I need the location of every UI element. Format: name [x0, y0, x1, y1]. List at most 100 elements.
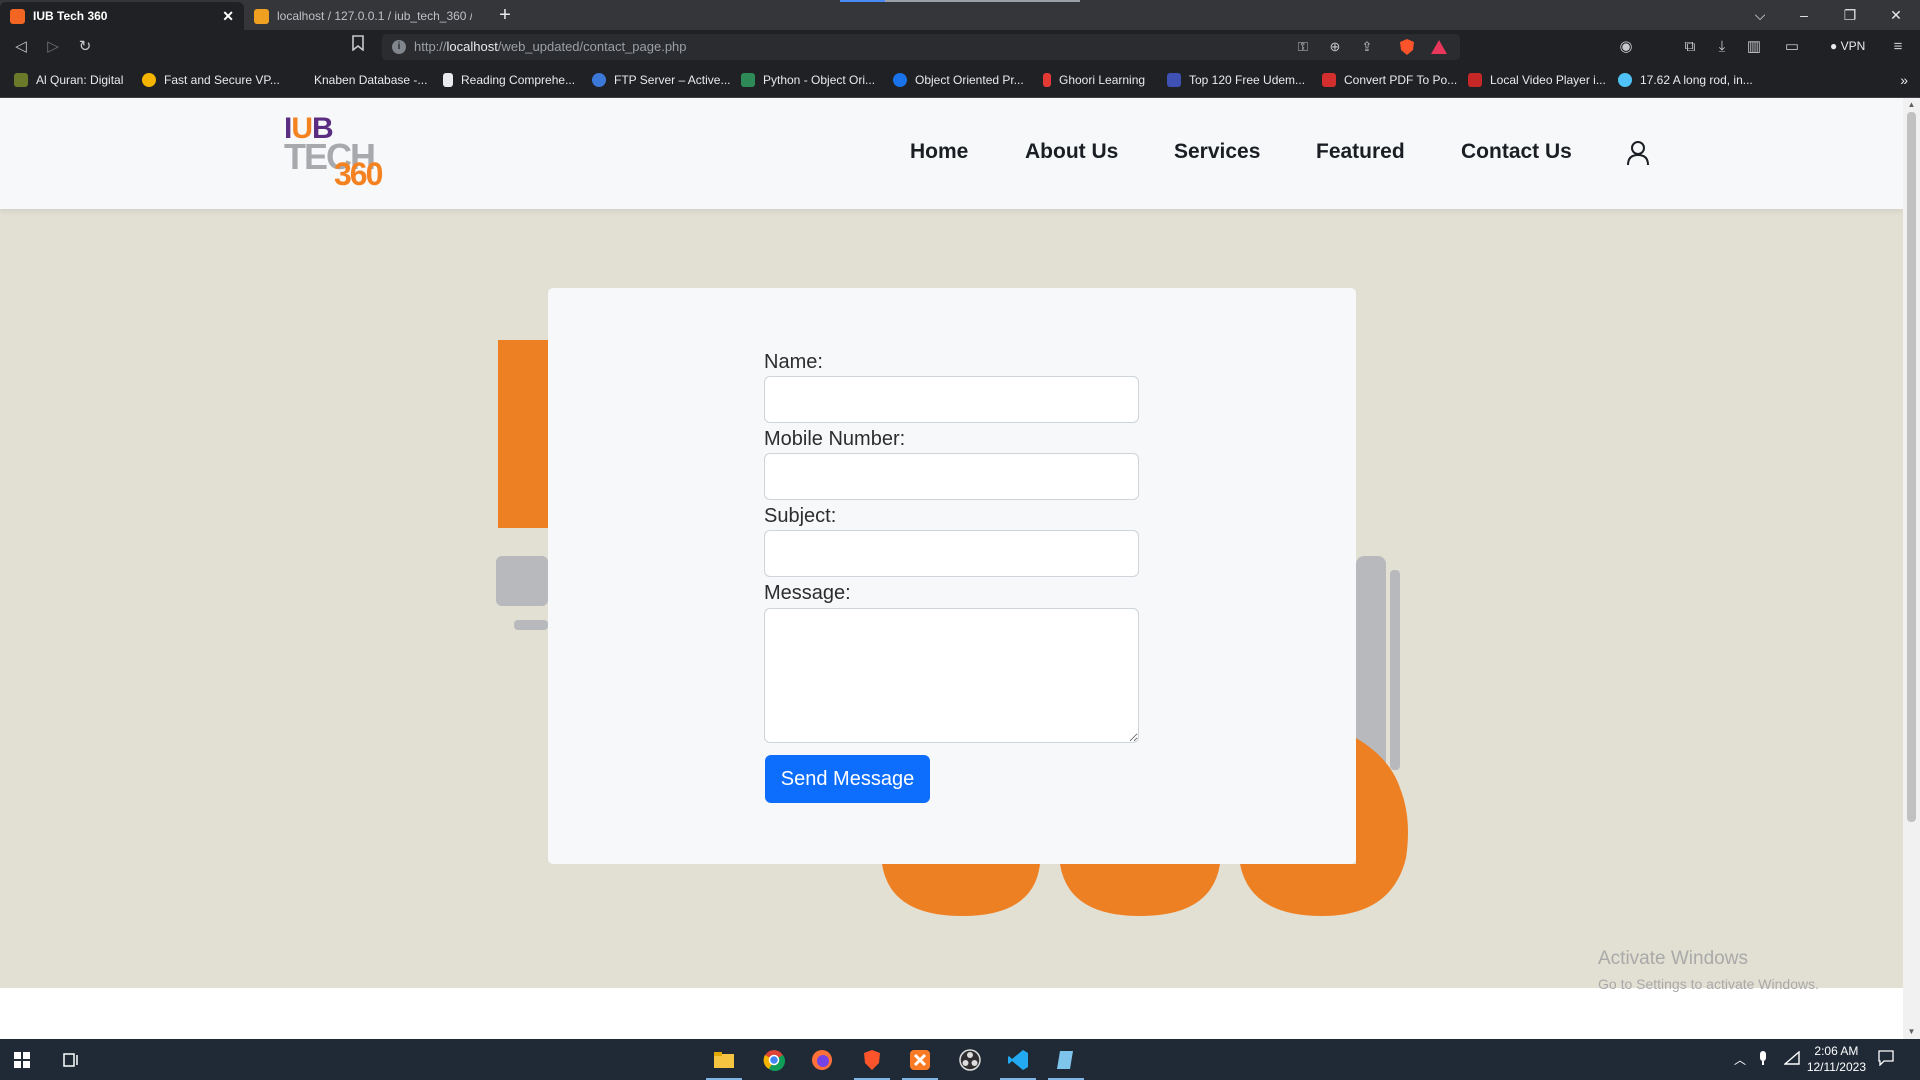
sidebar-icon[interactable]: ▥ [1742, 35, 1766, 59]
bookmark-item[interactable]: Ghoori Learning [1043, 73, 1145, 87]
vpn-button[interactable]: ● VPN [1830, 39, 1865, 53]
subject-input[interactable] [764, 530, 1139, 577]
video-player-icon [1468, 73, 1482, 87]
tab-title: localhost / 127.0.0.1 / iub_tech_360 / u [277, 9, 472, 23]
key-icon[interactable]: ⚿ [1294, 38, 1312, 56]
microphone-icon[interactable] [1758, 1050, 1768, 1080]
chrome-icon[interactable] [752, 1039, 796, 1080]
ghoori-icon [1043, 73, 1051, 87]
nav-about-us[interactable]: About Us [1025, 140, 1118, 164]
quran-icon [14, 73, 28, 87]
task-view-icon[interactable] [50, 1039, 94, 1080]
tab-search-icon[interactable]: ⌵ [1738, 0, 1782, 30]
site-header: IUB TECH 360 Home About Us Services Feat… [0, 98, 1903, 209]
document-icon [443, 73, 453, 87]
bookmark-item[interactable]: Python - Object Ori... [741, 73, 875, 87]
user-account-icon[interactable] [1626, 140, 1650, 166]
bookmark-item[interactable]: Al Quran: Digital [14, 73, 123, 87]
bookmark-item[interactable]: Local Video Player i... [1468, 73, 1606, 87]
ftp-icon [592, 73, 606, 87]
name-label: Name: [764, 351, 823, 373]
tab-close-icon[interactable]: ✕ [222, 8, 234, 25]
vscode-icon[interactable] [996, 1039, 1040, 1080]
bookmark-icon[interactable] [346, 35, 370, 59]
browser-tab-bar: IUB Tech 360 ✕ localhost / 127.0.0.1 / i… [0, 0, 1920, 30]
bookmark-item[interactable]: Reading Comprehe... [443, 73, 575, 87]
notepad-icon[interactable] [1044, 1039, 1088, 1080]
new-tab-button[interactable]: + [492, 2, 518, 28]
phpmyadmin-favicon-icon [254, 8, 269, 24]
taskbar-clock[interactable]: 2:06 AM 12/11/2023 [1807, 1043, 1866, 1075]
bookmark-item[interactable]: Knaben Database -... [292, 73, 427, 87]
page-viewport: IUB TECH 360 Home About Us Services Feat… [0, 98, 1920, 1039]
scroll-up-icon[interactable]: ▲ [1903, 98, 1920, 112]
udemy-list-icon [1167, 73, 1181, 87]
browser-toolbar: ◁ ▷ ↻ i http://localhost/web_updated/con… [0, 30, 1920, 64]
scroll-down-icon[interactable]: ▼ [1903, 1025, 1920, 1039]
network-icon[interactable] [1783, 1050, 1800, 1080]
bookmark-item[interactable]: Fast and Secure VP... [142, 73, 280, 87]
forward-icon[interactable]: ▷ [41, 35, 65, 59]
scroll-thumb[interactable] [1907, 112, 1916, 822]
nav-contact-us[interactable]: Contact Us [1461, 140, 1572, 164]
xampp-icon[interactable] [898, 1039, 942, 1080]
activate-windows-watermark: Activate Windows Go to Settings to activ… [1598, 948, 1819, 992]
reload-icon[interactable]: ↻ [73, 35, 97, 59]
extensions-puzzle-icon[interactable]: ⧉ [1678, 35, 1702, 59]
tab-iub-tech-360[interactable]: IUB Tech 360 ✕ [0, 2, 244, 30]
address-bar[interactable]: i http://localhost/web_updated/contact_p… [382, 34, 1460, 60]
knaben-icon [292, 73, 306, 87]
send-message-button[interactable]: Send Message [765, 755, 930, 803]
tray-overflow-icon[interactable]: ︿ [1734, 1051, 1746, 1080]
notifications-icon[interactable] [1878, 1050, 1894, 1080]
zoom-icon[interactable]: ⊕ [1326, 38, 1344, 56]
download-icon[interactable]: ⤓ [1710, 35, 1734, 59]
extension-icon[interactable]: ◉ [1614, 35, 1638, 59]
tab-loading-indicator [840, 0, 1080, 2]
share-icon[interactable]: ⇪ [1358, 38, 1376, 56]
iub-tech-360-logo[interactable]: IUB TECH 360 [284, 112, 409, 192]
bookmark-item[interactable]: Object Oriented Pr... [893, 73, 1024, 87]
site-info-icon[interactable]: i [392, 40, 406, 54]
page-footer-area [0, 988, 1903, 1039]
subject-label: Subject: [764, 505, 837, 527]
brave-shields-icon[interactable] [1398, 38, 1416, 56]
clock-date: 12/11/2023 [1806, 1060, 1866, 1074]
tab-phpmyadmin[interactable]: localhost / 127.0.0.1 / iub_tech_360 / u [244, 2, 482, 30]
pdf-converter-icon [1322, 73, 1336, 87]
url-text[interactable]: http://localhost/web_updated/contact_pag… [414, 39, 687, 54]
page-scrollbar[interactable]: ▲ ▼ [1903, 98, 1920, 1039]
name-input[interactable] [764, 376, 1139, 423]
bookmarks-overflow-icon[interactable]: » [1900, 72, 1908, 88]
bookmark-item[interactable]: Top 120 Free Udem... [1167, 73, 1305, 87]
xampp-favicon-icon [10, 8, 25, 24]
windows-taskbar: ︿ 2:06 AM 12/11/2023 [0, 1039, 1920, 1080]
brave-rewards-icon[interactable] [1430, 38, 1448, 56]
file-explorer-icon[interactable] [702, 1039, 746, 1080]
tab-title: IUB Tech 360 [33, 9, 108, 23]
firefox-icon[interactable] [800, 1039, 844, 1080]
vpn-site-icon [142, 73, 156, 87]
bookmark-item[interactable]: FTP Server – Active... [592, 73, 730, 87]
windows-start-icon[interactable] [0, 1039, 44, 1080]
bookmark-item[interactable]: Convert PDF To Po... [1322, 73, 1457, 87]
brave-browser-icon[interactable] [850, 1039, 894, 1080]
oop-site-icon [893, 73, 907, 87]
python-site-icon [741, 73, 755, 87]
obs-icon[interactable] [948, 1039, 992, 1080]
minimize-icon[interactable]: – [1782, 0, 1826, 30]
nav-featured[interactable]: Featured [1316, 140, 1405, 164]
menu-icon[interactable]: ≡ [1886, 35, 1910, 59]
close-window-icon[interactable]: ✕ [1874, 0, 1918, 30]
bookmarks-bar: Al Quran: Digital Fast and Secure VP... … [0, 64, 1920, 98]
nav-services[interactable]: Services [1174, 140, 1260, 164]
message-textarea[interactable] [764, 608, 1139, 743]
question-icon [1618, 73, 1632, 87]
wallet-icon[interactable]: ▭ [1780, 35, 1804, 59]
mobile-number-input[interactable] [764, 453, 1139, 500]
restore-icon[interactable]: ❐ [1828, 0, 1872, 30]
back-icon[interactable]: ◁ [9, 35, 33, 59]
nav-home[interactable]: Home [910, 140, 968, 164]
bookmark-item[interactable]: 17.62 A long rod, in... [1618, 73, 1753, 87]
message-label: Message: [764, 582, 851, 604]
